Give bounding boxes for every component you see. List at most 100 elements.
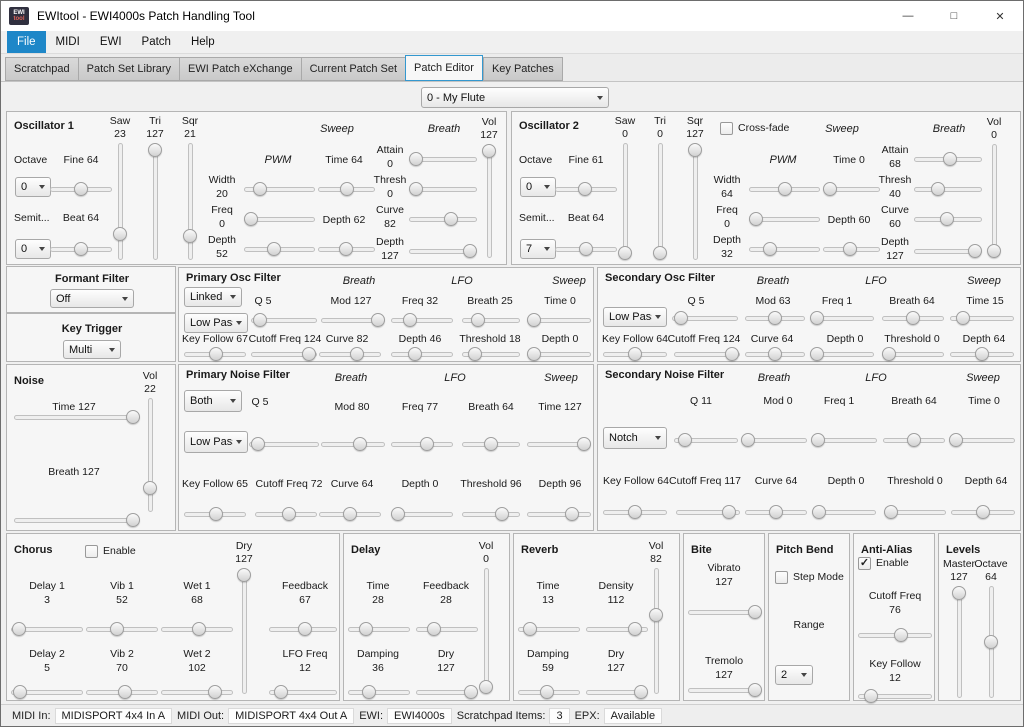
- mode-combo[interactable]: Low Pass: [184, 313, 248, 333]
- vibrato-slider[interactable]: [688, 604, 762, 620]
- lfo_freq-slider[interactable]: [811, 432, 877, 448]
- slider-thumb[interactable]: [409, 182, 423, 196]
- slider-thumb[interactable]: [722, 505, 736, 519]
- link-combo[interactable]: Linked: [184, 287, 242, 307]
- slider-thumb[interactable]: [13, 685, 27, 699]
- range-combo[interactable]: 2: [775, 665, 813, 685]
- tab-current-patch-set[interactable]: Current Patch Set: [301, 57, 405, 81]
- semitone-combo[interactable]: 7: [520, 239, 556, 259]
- breath_attain-slider[interactable]: [409, 151, 477, 167]
- sweep_depth-slider[interactable]: [527, 506, 591, 522]
- slider-thumb[interactable]: [113, 227, 127, 241]
- cutoff-slider[interactable]: [858, 627, 932, 643]
- slider-track[interactable]: [654, 568, 659, 694]
- tab-scratchpad[interactable]: Scratchpad: [5, 57, 78, 81]
- slider-thumb[interactable]: [12, 622, 26, 636]
- breath_mod-slider[interactable]: [321, 436, 385, 452]
- time-slider[interactable]: [14, 409, 140, 425]
- octave-combo[interactable]: 0: [520, 177, 556, 197]
- slider-thumb[interactable]: [359, 622, 373, 636]
- slider-thumb[interactable]: [952, 586, 966, 600]
- slider-thumb[interactable]: [565, 507, 579, 521]
- fine-slider[interactable]: [555, 181, 617, 197]
- sweep_time-slider[interactable]: [823, 181, 880, 197]
- slider-thumb[interactable]: [468, 347, 482, 361]
- slider-thumb[interactable]: [741, 433, 755, 447]
- lfo_depth-slider[interactable]: [391, 346, 453, 362]
- slider-thumb[interactable]: [768, 347, 782, 361]
- octave-combo[interactable]: 0: [15, 177, 51, 197]
- key_follow-slider[interactable]: [858, 688, 932, 704]
- slider-track[interactable]: [487, 144, 492, 258]
- slider-track[interactable]: [148, 398, 153, 512]
- slider-thumb[interactable]: [748, 605, 762, 619]
- tab-key-patches[interactable]: Key Patches: [483, 57, 563, 81]
- slider-thumb[interactable]: [984, 635, 998, 649]
- slider-thumb[interactable]: [678, 433, 692, 447]
- maximize-button[interactable]: □: [931, 1, 977, 31]
- breath-slider[interactable]: [14, 512, 140, 528]
- sweep_depth-slider[interactable]: [950, 346, 1014, 362]
- step_mode-checkbox[interactable]: [775, 571, 788, 584]
- slider-track[interactable]: [957, 586, 962, 698]
- breath_thresh-slider[interactable]: [914, 181, 982, 197]
- slider-track[interactable]: [658, 143, 663, 260]
- slider-track[interactable]: [348, 690, 410, 695]
- vib1-slider[interactable]: [86, 621, 158, 637]
- slider-thumb[interactable]: [253, 313, 267, 327]
- slider-thumb[interactable]: [768, 311, 782, 325]
- breath_curve-slider[interactable]: [745, 346, 805, 362]
- slider-thumb[interactable]: [495, 507, 509, 521]
- slider-thumb[interactable]: [527, 313, 541, 327]
- slider-thumb[interactable]: [479, 680, 493, 694]
- slider-thumb[interactable]: [274, 685, 288, 699]
- sweep_depth-slider[interactable]: [823, 241, 880, 257]
- breath_curve-slider[interactable]: [319, 346, 381, 362]
- slider-track[interactable]: [14, 518, 140, 523]
- key_follow-slider[interactable]: [184, 346, 246, 362]
- tremolo-slider[interactable]: [688, 682, 762, 698]
- lfo_breath-slider[interactable]: [882, 310, 944, 326]
- slider-thumb[interactable]: [949, 433, 963, 447]
- slider-thumb[interactable]: [540, 685, 554, 699]
- lfo_threshold-slider[interactable]: [462, 506, 520, 522]
- lfo_freq-slider[interactable]: [391, 312, 453, 328]
- mode-combo[interactable]: Off: [50, 289, 134, 308]
- vol-slider[interactable]: [142, 398, 158, 512]
- slider-thumb[interactable]: [143, 481, 157, 495]
- density-slider[interactable]: [586, 621, 648, 637]
- tab-patch-set-library[interactable]: Patch Set Library: [78, 57, 179, 81]
- mode-combo[interactable]: Multi: [63, 340, 121, 359]
- slider-thumb[interactable]: [578, 182, 592, 196]
- lfo_breath-slider[interactable]: [462, 312, 520, 328]
- lfo_freq-slider[interactable]: [810, 310, 874, 326]
- time-slider[interactable]: [518, 621, 580, 637]
- slider-thumb[interactable]: [148, 143, 162, 157]
- lfo_breath-slider[interactable]: [883, 432, 945, 448]
- slider-thumb[interactable]: [192, 622, 206, 636]
- slider-thumb[interactable]: [362, 685, 376, 699]
- feedback-slider[interactable]: [416, 621, 478, 637]
- enable-checkbox[interactable]: [85, 545, 98, 558]
- tri-slider[interactable]: [652, 143, 668, 260]
- slider-thumb[interactable]: [427, 622, 441, 636]
- slider-thumb[interactable]: [628, 505, 642, 519]
- slider-thumb[interactable]: [471, 313, 485, 327]
- slider-thumb[interactable]: [118, 685, 132, 699]
- slider-thumb[interactable]: [810, 311, 824, 325]
- saw-slider[interactable]: [112, 143, 128, 260]
- slider-thumb[interactable]: [110, 622, 124, 636]
- sweep_time-slider[interactable]: [527, 312, 591, 328]
- q-slider[interactable]: [251, 312, 317, 328]
- slider-thumb[interactable]: [884, 505, 898, 519]
- patch-selector-combo[interactable]: 0 - My Flute: [421, 87, 609, 108]
- breath_mod-slider[interactable]: [321, 312, 385, 328]
- cutoff-slider[interactable]: [255, 506, 317, 522]
- slider-track[interactable]: [749, 247, 820, 252]
- sweep_depth-slider[interactable]: [951, 504, 1015, 520]
- lfo_freq-slider[interactable]: [269, 684, 337, 700]
- slider-thumb[interactable]: [527, 347, 541, 361]
- beat-slider[interactable]: [50, 241, 112, 257]
- slider-thumb[interactable]: [253, 182, 267, 196]
- slider-track[interactable]: [992, 144, 997, 258]
